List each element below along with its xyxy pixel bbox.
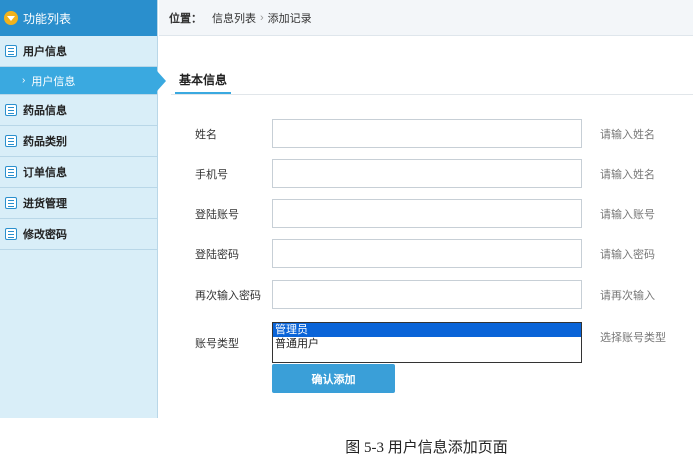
chevron-down-icon [4, 11, 18, 25]
account-type-option-user[interactable]: 普通用户 [273, 337, 581, 351]
sidebar-item-purchase[interactable]: 进货管理 [0, 188, 157, 219]
password-input[interactable] [272, 239, 582, 268]
sidebar-item-change-password[interactable]: 修改密码 [0, 219, 157, 250]
sidebar-item-label: 药品信息 [23, 105, 67, 117]
account-hint: 请输入账号 [600, 208, 655, 221]
account-input[interactable] [272, 199, 582, 228]
tab-divider [171, 94, 693, 95]
sidebar-item-label: 药品类别 [23, 136, 67, 148]
tab-basic-info[interactable]: 基本信息 [175, 70, 231, 94]
sidebar: 功能列表 用户信息 › 用户信息 药品信息 药品类别 订单信息 进货管理 修改密… [0, 0, 166, 418]
chevron-right-icon: › [22, 75, 26, 86]
breadcrumb: 位置： 信息列表 › 添加记录 [159, 0, 693, 36]
sidebar-subitem-user-info[interactable]: › 用户信息 [0, 67, 166, 95]
confirm-password-label: 再次输入密码 [195, 289, 261, 302]
form-row-phone: 手机号 请输入姓名 [195, 159, 655, 188]
sidebar-item-label: 修改密码 [23, 229, 67, 241]
confirm-password-input[interactable] [272, 280, 582, 309]
phone-hint: 请输入姓名 [600, 168, 655, 181]
account-type-select[interactable]: 管理员 普通用户 [272, 322, 582, 363]
figure-caption: 图 5-3 用户信息添加页面 [345, 440, 508, 456]
sidebar-item-user-info[interactable]: 用户信息 [0, 36, 157, 67]
sidebar-item-drug-info[interactable]: 药品信息 [0, 95, 157, 126]
form-row-account-type: 账号类型 管理员 普通用户 选择账号类型 [195, 322, 666, 363]
list-icon [5, 45, 17, 57]
form-row-name: 姓名 请输入姓名 [195, 119, 655, 148]
form-row-account: 登陆账号 请输入账号 [195, 199, 655, 228]
phone-label: 手机号 [195, 168, 228, 181]
account-type-option-admin[interactable]: 管理员 [273, 323, 581, 337]
list-icon [5, 197, 17, 209]
list-icon [5, 104, 17, 116]
sidebar-item-label: 用户信息 [23, 46, 67, 58]
list-icon [5, 166, 17, 178]
account-label: 登陆账号 [195, 208, 239, 221]
sidebar-subitem-label: 用户信息 [31, 75, 76, 88]
confirm-add-button[interactable]: 确认添加 [272, 364, 395, 393]
confirm-password-hint: 请再次输入 [600, 289, 655, 302]
sidebar-item-orders[interactable]: 订单信息 [0, 157, 157, 188]
sidebar-header[interactable]: 功能列表 [0, 0, 157, 36]
password-label: 登陆密码 [195, 248, 239, 261]
form-row-password: 登陆密码 请输入密码 [195, 239, 655, 268]
name-input[interactable] [272, 119, 582, 148]
breadcrumb-label: 位置： [169, 12, 202, 25]
sidebar-item-label: 进货管理 [23, 198, 67, 210]
breadcrumb-link-list[interactable]: 信息列表 [212, 10, 256, 26]
sidebar-item-drug-category[interactable]: 药品类别 [0, 126, 157, 157]
breadcrumb-separator-icon: › [260, 11, 264, 24]
phone-input[interactable] [272, 159, 582, 188]
list-icon [5, 135, 17, 147]
form-row-confirm-password: 再次输入密码 请再次输入 [195, 280, 655, 309]
list-icon [5, 228, 17, 240]
sidebar-title: 功能列表 [23, 11, 72, 26]
sidebar-item-label: 订单信息 [23, 167, 67, 179]
password-hint: 请输入密码 [600, 248, 655, 261]
breadcrumb-current: 添加记录 [267, 12, 312, 25]
name-label: 姓名 [195, 128, 217, 141]
account-type-hint: 选择账号类型 [600, 332, 666, 344]
name-hint: 请输入姓名 [600, 128, 655, 141]
account-type-label: 账号类型 [195, 337, 239, 350]
